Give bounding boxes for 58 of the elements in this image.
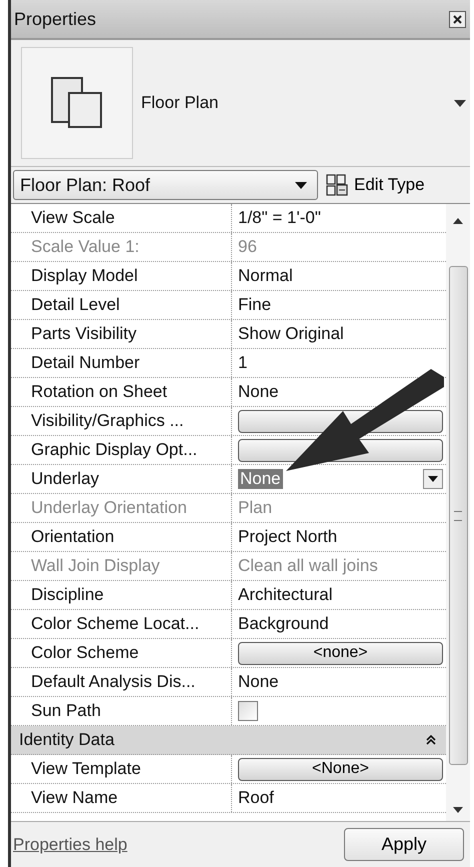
close-icon[interactable] (452, 14, 463, 24)
property-label: Visibility/Graphics ... (11, 407, 232, 435)
checkbox[interactable] (238, 701, 258, 721)
property-value: Show Original (238, 324, 344, 344)
property-value: 1/8" = 1'-0" (238, 208, 321, 228)
property-value: Clean all wall joins (238, 556, 378, 576)
property-label: Detail Level (11, 291, 232, 319)
caret-icon[interactable] (454, 100, 466, 106)
group-header[interactable]: Identity Data (11, 726, 446, 755)
group-title: Identity Data (19, 730, 114, 750)
property-value: Architectural (238, 585, 332, 605)
property-value: Fine (238, 295, 272, 315)
dropdown-button[interactable] (423, 469, 443, 489)
property-value: Normal (238, 266, 293, 286)
property-value: None (238, 382, 279, 402)
property-label: Parts Visibility (11, 320, 232, 348)
properties-help-link[interactable]: Properties help (13, 834, 128, 854)
property-value: Roof (238, 788, 274, 808)
property-value: Project North (238, 527, 338, 547)
property-label: Default Analysis Dis... (11, 668, 232, 696)
property-label: Color Scheme Locat... (11, 610, 232, 638)
close-button[interactable] (449, 10, 466, 28)
property-value: 1 (238, 353, 248, 373)
underlay-dropdown[interactable]: None (238, 466, 443, 492)
property-label: Sun Path (11, 697, 232, 725)
property-value: Background (238, 614, 329, 634)
edit-button[interactable]: <None> (238, 758, 443, 780)
caret-icon[interactable] (295, 182, 307, 188)
property-label: Rotation on Sheet (11, 378, 232, 406)
caret-icon[interactable] (428, 476, 438, 482)
scroll-up-icon[interactable] (453, 218, 463, 224)
property-value: None (238, 672, 279, 692)
property-label: Color Scheme (11, 639, 232, 667)
property-value: 96 (238, 237, 257, 257)
property-label: Detail Number (11, 349, 232, 377)
edit-button[interactable]: <none> (238, 642, 443, 664)
scrollbar[interactable] (446, 204, 470, 821)
property-label: View Template (11, 755, 232, 783)
property-label: View Name (11, 784, 232, 812)
property-label: Underlay (11, 465, 232, 493)
window-title: Properties (14, 8, 96, 30)
scroll-down-icon[interactable] (453, 807, 463, 813)
property-label: Underlay Orientation (11, 494, 232, 522)
property-label: View Scale (11, 204, 232, 232)
property-label: Discipline (11, 581, 232, 609)
edit-type-button[interactable]: Edit Type (326, 174, 425, 196)
type-name: Floor Plan (141, 93, 220, 113)
collapse-icon[interactable] (426, 735, 436, 745)
floor-plan-icon (51, 77, 103, 129)
edit-type-icon[interactable] (326, 174, 348, 196)
property-label: Display Model (11, 262, 232, 290)
type-selector-dropdown[interactable]: Floor Plan: Roof (13, 170, 318, 200)
property-label: Scale Value 1: (11, 233, 232, 261)
property-label: Orientation (11, 523, 232, 551)
property-label: Graphic Display Opt... (11, 436, 232, 464)
apply-button[interactable]: Apply (344, 828, 464, 861)
property-value: Plan (238, 498, 272, 518)
property-label: Wall Join Display (11, 552, 232, 580)
